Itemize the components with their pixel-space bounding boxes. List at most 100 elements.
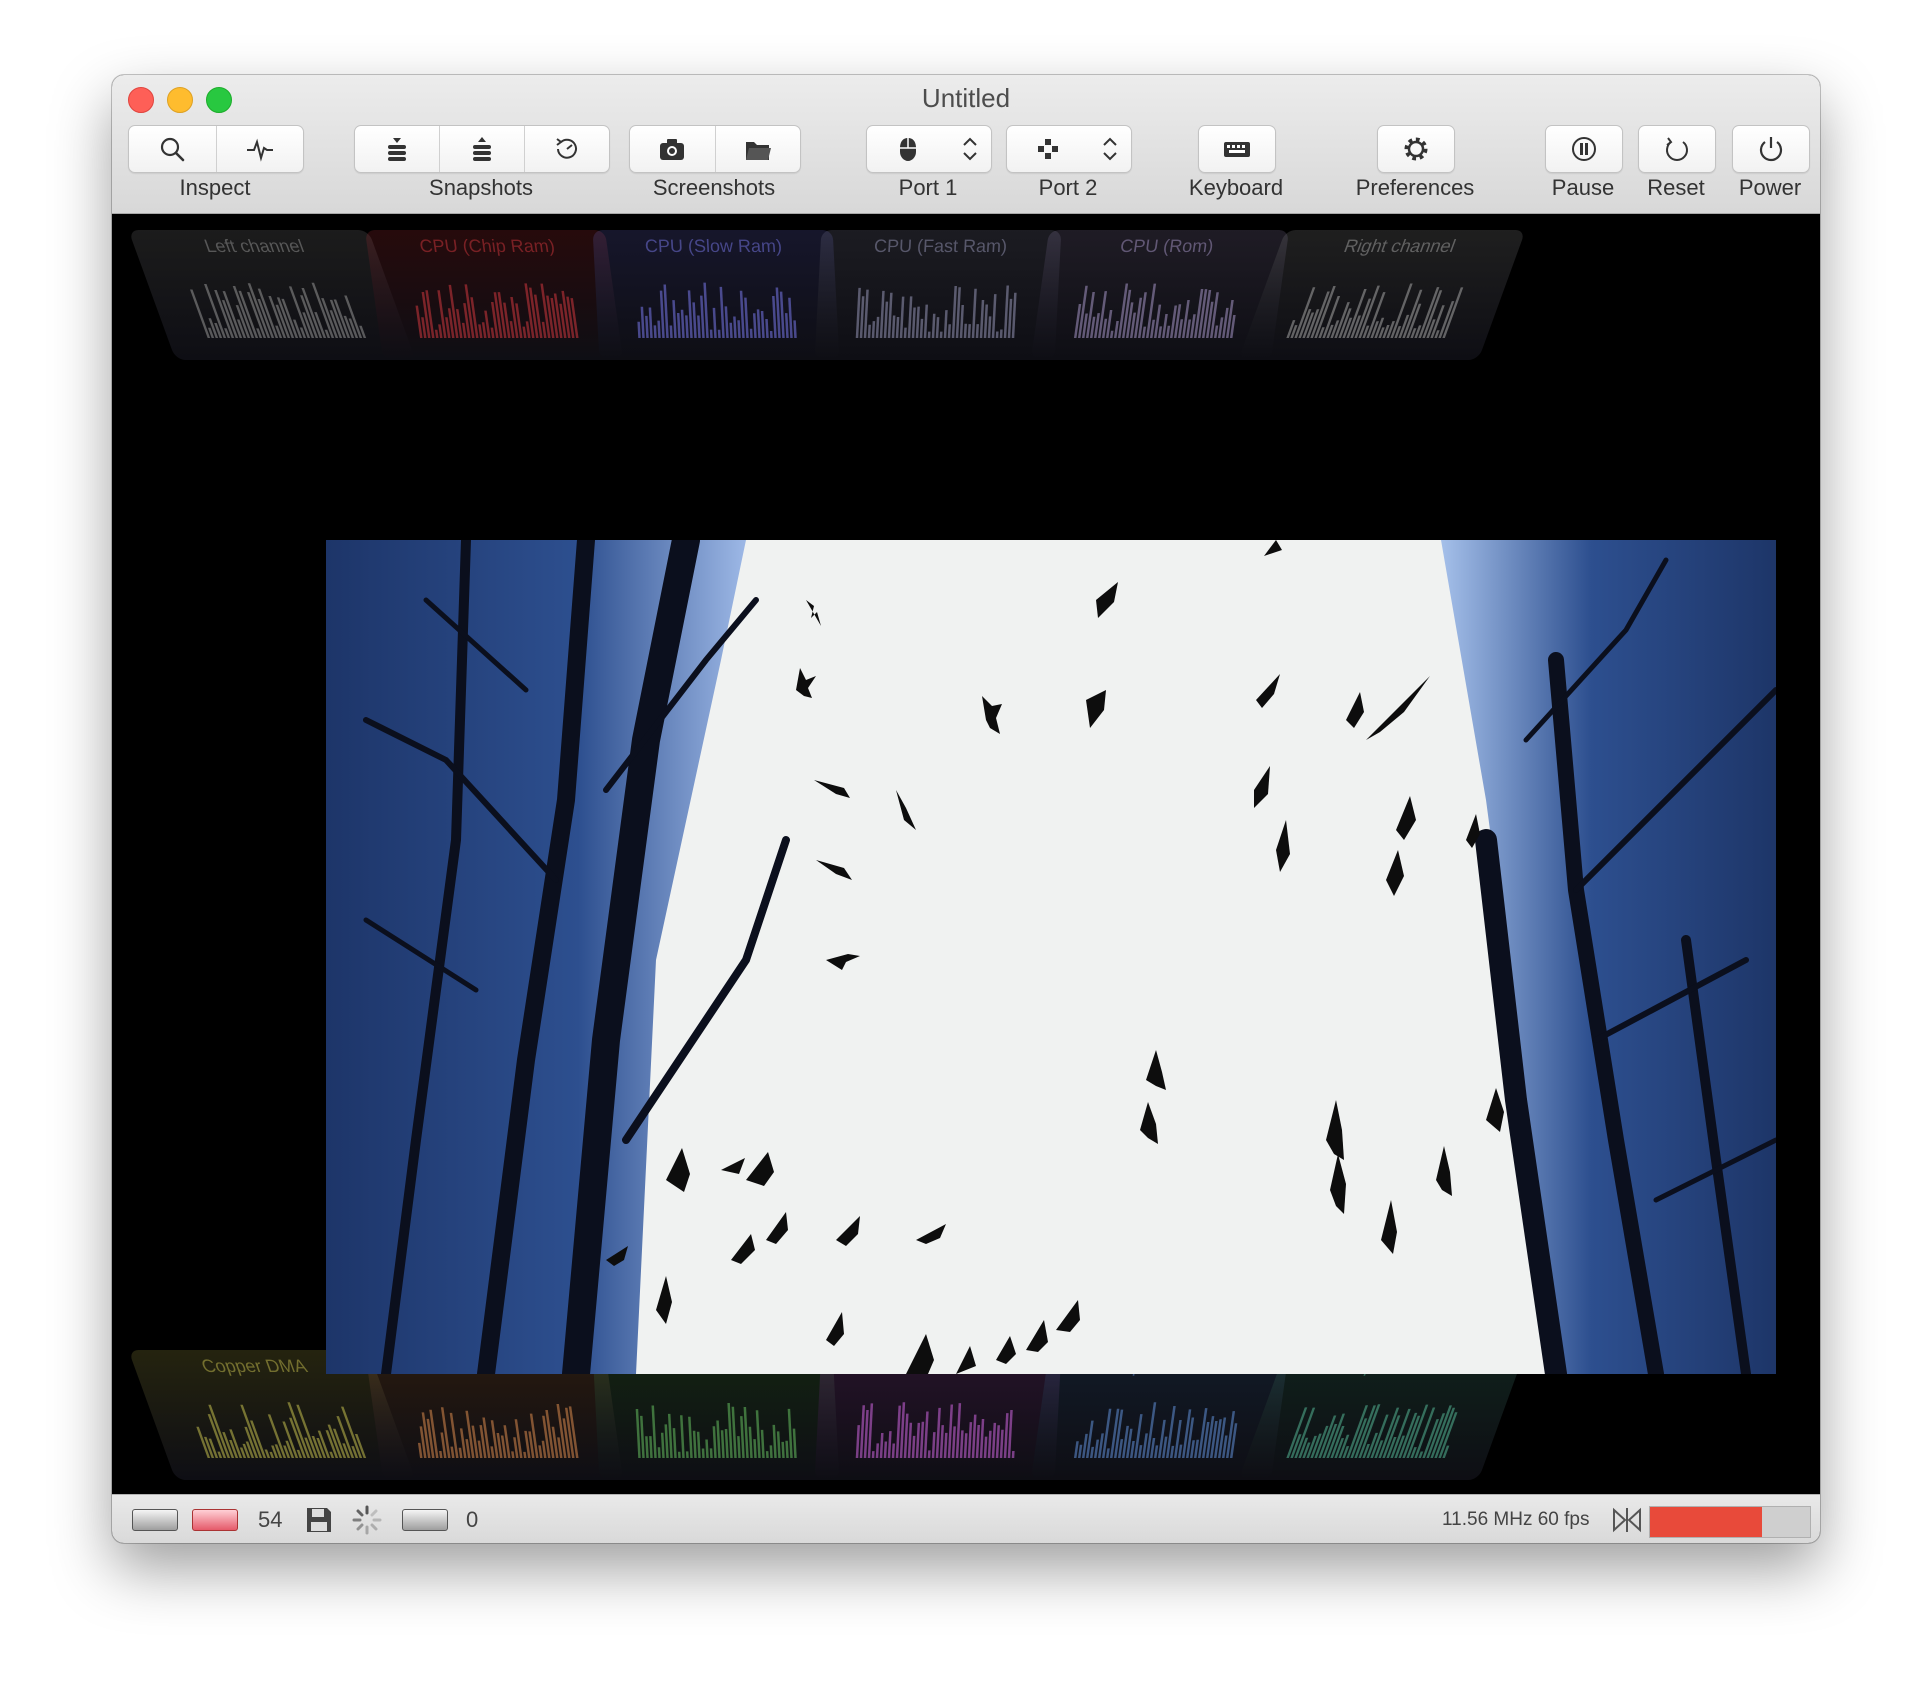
activity-bar [269, 1451, 275, 1459]
activity-bar [863, 1410, 869, 1458]
activity-bar [700, 295, 705, 338]
activity-bar [939, 331, 943, 338]
title-bar: Untitled Inspect Snapshots Screenshots P… [112, 75, 1820, 214]
activity-bar [755, 1410, 761, 1458]
snapshot-history-icon [556, 138, 577, 159]
activity-bar [987, 316, 992, 339]
activity-bar [983, 304, 989, 338]
activity-bars [417, 1403, 579, 1459]
keyboard-label: Keyboard [1188, 175, 1284, 200]
activity-bar [979, 300, 985, 338]
snapshots-label: Snapshots [429, 175, 533, 200]
activity-bar [772, 296, 777, 338]
activity-bar [490, 327, 495, 338]
activity-bar [640, 1415, 645, 1458]
mouse-icon [900, 138, 917, 161]
port1-device[interactable] [867, 126, 950, 172]
activity-bar [947, 324, 951, 338]
activity-bar [903, 327, 907, 338]
emulator-canvas[interactable]: Left channel CPU (Chip Ram) CPU (Slow Ram)… [112, 214, 1820, 1494]
activity-bar [1073, 1441, 1079, 1458]
activity-bar [923, 1411, 929, 1458]
activity-bar [915, 306, 920, 338]
activity-bar [931, 1432, 936, 1459]
spinner-icon [352, 1505, 382, 1535]
activity-bar [439, 1450, 443, 1459]
activity-bar [951, 1426, 956, 1459]
joystick-icon [1038, 139, 1059, 159]
activity-bar [677, 1451, 681, 1458]
activity-bar [1093, 1439, 1100, 1458]
activity-bar [1007, 1409, 1013, 1458]
activity-bar [685, 1451, 689, 1459]
reset-icon [1666, 137, 1688, 161]
floppy-disk-icon[interactable] [304, 1505, 334, 1535]
activity-bar [963, 323, 967, 338]
activity-bar [760, 310, 765, 338]
keyboard-button[interactable] [1199, 126, 1275, 172]
activity-bar [971, 288, 977, 339]
activity-bar [772, 1424, 777, 1458]
activity-bar [458, 1447, 463, 1459]
activity-bar [975, 1424, 980, 1458]
activity-bars [855, 285, 1017, 339]
activity-bar [672, 300, 677, 338]
port2-selector[interactable] [1006, 125, 1132, 173]
activity-bar [748, 1426, 753, 1458]
speed-gauge-fill [1650, 1507, 1762, 1537]
monitor-panel-cpu-slow-ram: CPU (Slow Ram) [592, 230, 840, 360]
folder-icon [745, 142, 771, 160]
port2-device[interactable] [1007, 126, 1090, 172]
activity-bars [415, 283, 579, 339]
activity-bar [1177, 319, 1184, 338]
power-icon [1759, 137, 1783, 162]
power-group [1732, 125, 1810, 173]
inspector-button[interactable] [129, 126, 217, 172]
take-snapshot-button[interactable] [355, 126, 440, 172]
power-button[interactable] [1733, 126, 1809, 172]
amiga-screen[interactable] [326, 540, 1776, 1374]
activity-bar [478, 324, 483, 338]
activity-bar [915, 1422, 921, 1458]
activity-bar [879, 290, 885, 338]
pause-icon [1572, 137, 1596, 161]
activity-bar [975, 324, 979, 338]
hard-drive-icon[interactable] [402, 1509, 448, 1531]
df1-drive-icon[interactable] [192, 1509, 238, 1531]
pause-button[interactable] [1546, 126, 1622, 172]
activity-bar [709, 1448, 713, 1459]
activity-bar [724, 306, 729, 339]
preferences-button[interactable] [1378, 126, 1454, 172]
activity-bar [967, 324, 971, 338]
activity-bar [712, 1426, 717, 1458]
restore-snapshot-button[interactable] [440, 126, 525, 172]
take-screenshot-button[interactable] [630, 126, 716, 172]
activity-bar [1213, 325, 1219, 339]
activity-bar [1003, 1413, 1009, 1458]
port1-selector[interactable] [866, 125, 992, 173]
activity-bar [788, 297, 793, 338]
activity-bar [1165, 1406, 1176, 1458]
reset-button[interactable] [1639, 126, 1715, 172]
pause-group [1545, 125, 1623, 173]
activity-bar [1007, 298, 1013, 338]
keyboard-icon [1224, 142, 1250, 157]
activity-bar [752, 313, 757, 338]
activity-bar [775, 287, 781, 338]
activity-bar [190, 289, 211, 338]
activity-bar [1157, 326, 1163, 338]
activity-bar [733, 316, 737, 338]
port1-stepper[interactable] [950, 126, 991, 172]
activity-bar [637, 321, 641, 338]
port2-stepper[interactable] [1090, 126, 1131, 172]
monitor-button[interactable] [217, 126, 304, 172]
warp-icon[interactable] [1612, 1506, 1642, 1534]
browse-screenshots-button[interactable] [716, 126, 801, 172]
emulator-window: Untitled Inspect Snapshots Screenshots P… [112, 75, 1820, 1543]
activity-bar [737, 320, 741, 338]
df0-drive-icon[interactable] [132, 1509, 178, 1531]
activity-bar [1165, 325, 1171, 338]
browse-snapshots-button[interactable] [525, 126, 609, 172]
activity-bar [696, 1431, 701, 1459]
activity-bar [923, 304, 928, 338]
